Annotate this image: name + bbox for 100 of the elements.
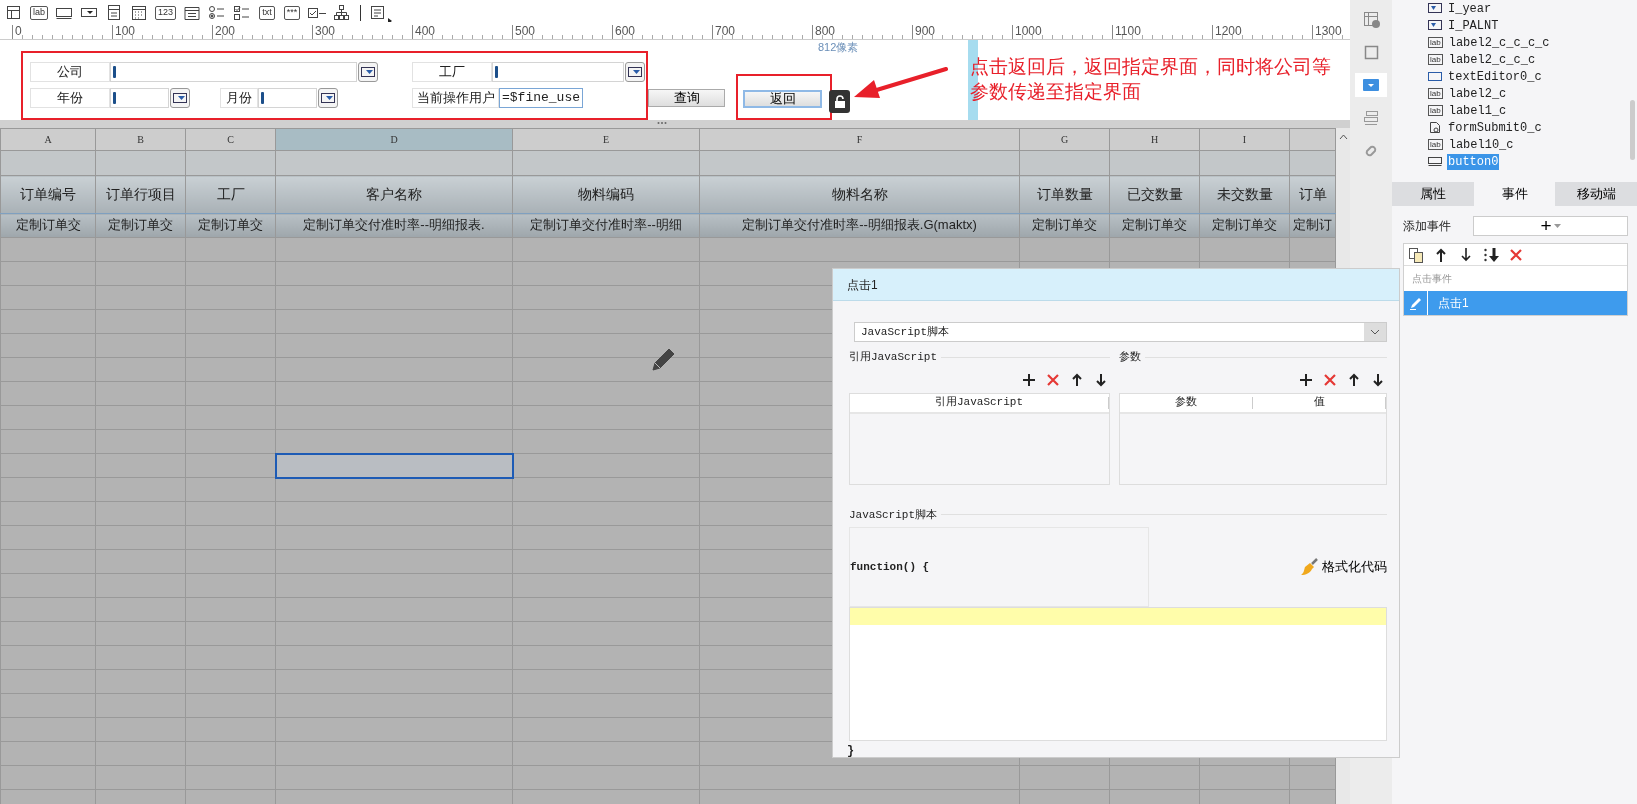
table-cell[interactable] <box>0 309 96 334</box>
table-cell[interactable] <box>1109 237 1200 262</box>
table-cell[interactable] <box>1199 765 1290 790</box>
tree-item[interactable]: textEditor0_c <box>1447 68 1543 85</box>
table-cell[interactable] <box>512 501 700 526</box>
table-cell[interactable] <box>0 477 96 502</box>
table-cell[interactable] <box>1019 150 1110 176</box>
widget-tool-button[interactable]: txt <box>255 1 280 24</box>
panel-tab[interactable]: 属性 <box>1392 182 1474 206</box>
table-cell[interactable] <box>512 237 700 262</box>
table-cell[interactable] <box>275 501 513 526</box>
table-cell[interactable] <box>1199 237 1290 262</box>
table-cell[interactable] <box>185 549 276 574</box>
table-cell[interactable] <box>512 549 700 574</box>
table-cell[interactable] <box>185 285 276 310</box>
table-cell[interactable] <box>95 381 186 406</box>
table-cell[interactable] <box>1019 765 1110 790</box>
tree-item[interactable]: label1_c <box>1447 102 1508 119</box>
table-cell[interactable] <box>0 333 96 358</box>
dropdown-button[interactable] <box>625 62 645 82</box>
table-cell[interactable]: 定制订单交付准时率--明细 <box>512 213 700 238</box>
table-cell[interactable]: 物料编码 <box>512 175 700 214</box>
table-cell[interactable] <box>512 453 700 478</box>
table-cell[interactable] <box>512 765 700 790</box>
input-field[interactable] <box>492 62 624 82</box>
scrollbar[interactable] <box>1630 100 1635 160</box>
table-cell[interactable] <box>95 621 186 646</box>
table-cell[interactable] <box>275 717 513 742</box>
table-cell[interactable] <box>185 741 276 766</box>
table-cell[interactable] <box>95 645 186 670</box>
table-cell[interactable] <box>1289 237 1336 262</box>
table-cell[interactable] <box>275 573 513 598</box>
table-cell[interactable] <box>95 501 186 526</box>
table-cell[interactable] <box>275 150 513 176</box>
toolbar-button[interactable] <box>1483 246 1499 263</box>
table-cell[interactable] <box>95 597 186 622</box>
table-cell[interactable] <box>275 549 513 574</box>
table-cell[interactable]: 定制订单交付准时率--明细报表.G(maktx) <box>699 213 1020 238</box>
table-cell[interactable] <box>95 150 186 176</box>
table-cell[interactable] <box>0 573 96 598</box>
table-cell[interactable] <box>512 429 700 454</box>
table-cell[interactable] <box>275 381 513 406</box>
table-cell[interactable] <box>95 261 186 286</box>
side-tool-button[interactable] <box>1355 73 1387 97</box>
lock-button[interactable] <box>829 90 850 113</box>
table-cell[interactable] <box>512 573 700 598</box>
toolbar-button[interactable] <box>1094 372 1108 387</box>
table-cell[interactable]: 已交数量 <box>1109 175 1200 214</box>
column-header[interactable]: G <box>1019 128 1110 151</box>
table-cell[interactable] <box>95 357 186 382</box>
grip-icon[interactable] <box>657 121 667 125</box>
column-header[interactable]: B <box>95 128 186 151</box>
table-cell[interactable] <box>512 525 700 550</box>
table-cell[interactable] <box>185 525 276 550</box>
table-cell[interactable]: 订单编号 <box>0 175 96 214</box>
table-cell[interactable] <box>1199 150 1290 176</box>
table-cell[interactable] <box>95 405 186 430</box>
table-cell[interactable]: 物料名称 <box>699 175 1020 214</box>
table-cell[interactable] <box>0 429 96 454</box>
table-cell[interactable] <box>512 309 700 334</box>
table-cell[interactable] <box>95 429 186 454</box>
table-cell[interactable] <box>95 525 186 550</box>
table-cell[interactable] <box>512 621 700 646</box>
table-cell[interactable] <box>0 150 96 176</box>
table-cell[interactable]: 工厂 <box>185 175 276 214</box>
table-cell[interactable] <box>1109 765 1200 790</box>
table-cell[interactable] <box>95 549 186 574</box>
table-cell[interactable] <box>0 741 96 766</box>
tree-item[interactable]: label2_c_c_c <box>1447 51 1537 68</box>
table-cell[interactable] <box>0 357 96 382</box>
table-cell[interactable] <box>512 150 700 176</box>
table-cell[interactable] <box>0 669 96 694</box>
table-cell[interactable] <box>185 357 276 382</box>
table-cell[interactable] <box>185 309 276 334</box>
table-cell[interactable] <box>95 237 186 262</box>
dropdown-button[interactable] <box>318 88 338 108</box>
table-cell[interactable] <box>0 717 96 742</box>
dropdown-button[interactable] <box>358 62 378 82</box>
table-cell[interactable] <box>512 717 700 742</box>
input-field[interactable] <box>110 62 357 82</box>
table-cell[interactable] <box>185 261 276 286</box>
table-cell[interactable] <box>512 405 700 430</box>
table-cell[interactable] <box>275 765 513 790</box>
column-header[interactable] <box>1289 128 1336 151</box>
table-cell[interactable] <box>95 453 186 478</box>
table-cell[interactable] <box>0 237 96 262</box>
column-header[interactable]: A <box>0 128 96 151</box>
table-cell[interactable] <box>0 693 96 718</box>
toolbar-button[interactable] <box>1371 372 1385 387</box>
table-cell[interactable] <box>0 597 96 622</box>
table-cell[interactable] <box>185 693 276 718</box>
table-cell[interactable] <box>512 741 700 766</box>
table-cell[interactable] <box>275 237 513 262</box>
form-button[interactable]: 返回 <box>743 90 822 108</box>
table-cell[interactable] <box>95 285 186 310</box>
column-header[interactable]: I <box>1199 128 1290 151</box>
table-cell[interactable] <box>95 477 186 502</box>
table-cell[interactable] <box>275 333 513 358</box>
column-header[interactable]: H <box>1109 128 1200 151</box>
add-event-button[interactable]: + <box>1473 216 1628 236</box>
